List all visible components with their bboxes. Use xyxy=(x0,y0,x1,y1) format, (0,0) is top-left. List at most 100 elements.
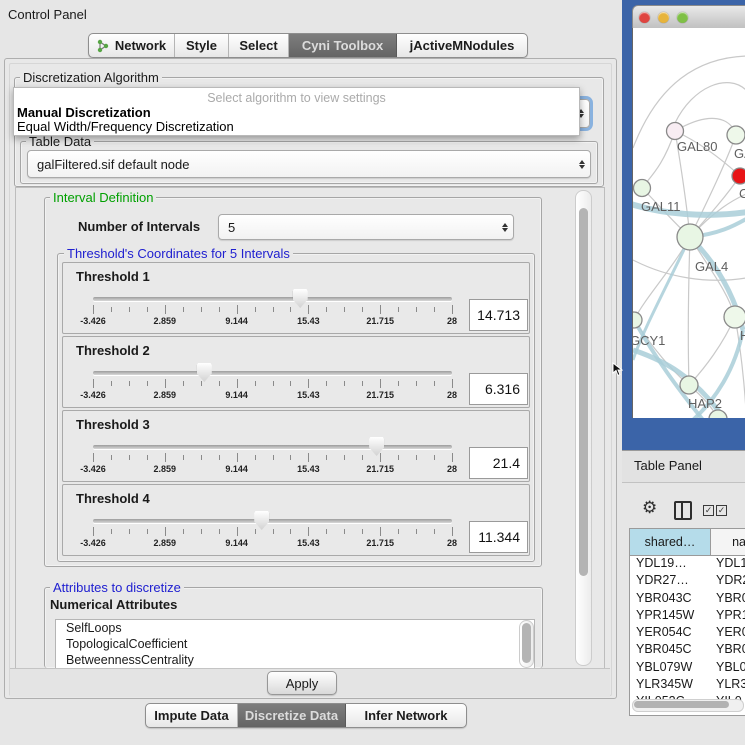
tick-mark xyxy=(326,307,327,312)
tick-label: 9.144 xyxy=(207,538,267,548)
node-attribute-table: shared… na YDL19…YDL1YDR27…YDR2YBR043CYB… xyxy=(629,528,745,716)
column-header-name[interactable]: na xyxy=(711,529,745,555)
network-canvas[interactable]: GAL80GACGAL11GAL4GCY1HHAP2 xyxy=(632,28,745,418)
table-panel-title: Table Panel xyxy=(634,458,702,473)
cell-shared-name[interactable]: YBL079W xyxy=(630,660,710,677)
threshold-4-value-field[interactable]: 11.344 xyxy=(469,521,528,553)
table-row[interactable]: YDL19…YDL1 xyxy=(630,556,745,573)
tab-cyni-toolbox[interactable]: Cyni Toolbox xyxy=(289,34,397,57)
cell-name[interactable]: YBR0 xyxy=(710,591,745,608)
table-row[interactable]: YLR345WYLR3 xyxy=(630,677,745,694)
threshold-1-panel: Threshold 1-3.4262.8599.14415.4321.71528… xyxy=(62,262,530,334)
threshold-1-slider-track[interactable] xyxy=(93,297,452,301)
number-of-intervals-label: Number of Intervals xyxy=(78,219,200,234)
table-row[interactable]: YBL079WYBL0 xyxy=(630,660,745,677)
tab-label: Infer Network xyxy=(364,708,447,723)
app-screen: Control Panel ✕ NetworkStyleSelectCyni T… xyxy=(0,0,745,745)
GAL80-node[interactable] xyxy=(667,123,684,140)
checkbox-icon[interactable]: ✓ xyxy=(703,505,714,516)
tick-mark xyxy=(398,529,399,534)
node[interactable] xyxy=(709,410,727,418)
table-row[interactable]: YBR045CYBR0 xyxy=(630,642,745,659)
cell-name[interactable]: YPR1 xyxy=(710,608,745,625)
selected-red-node[interactable] xyxy=(732,168,745,184)
cell-shared-name[interactable]: YPR145W xyxy=(630,608,710,625)
GCY1-node[interactable] xyxy=(633,312,642,328)
list-item-selfloops[interactable]: SelfLoops xyxy=(56,620,534,636)
table-row[interactable]: YDR27…YDR2 xyxy=(630,573,745,590)
cell-name[interactable]: YBR0 xyxy=(710,642,745,659)
tick-mark xyxy=(452,527,453,536)
tick-mark xyxy=(129,455,130,460)
threshold-3-slider-track[interactable] xyxy=(93,445,452,449)
tick-mark xyxy=(416,307,417,312)
table-row[interactable]: YBR043CYBR0 xyxy=(630,591,745,608)
cell-name[interactable]: YDR2 xyxy=(710,573,745,590)
table-row[interactable]: YPR145WYPR1 xyxy=(630,608,745,625)
node[interactable] xyxy=(727,126,745,144)
cell-shared-name[interactable]: YLR345W xyxy=(630,677,710,694)
popup-item-manual-discretization[interactable]: Manual Discretization xyxy=(17,105,151,120)
zoom-traffic-light[interactable] xyxy=(677,12,688,23)
threshold-4-slider-thumb[interactable] xyxy=(254,511,269,530)
column-header-shared-name[interactable]: shared… xyxy=(630,529,711,555)
cell-shared-name[interactable]: YBR043C xyxy=(630,591,710,608)
settings-vertical-scrollbar[interactable] xyxy=(575,190,592,666)
tick-mark xyxy=(344,307,345,312)
cell-shared-name[interactable]: YDL19… xyxy=(630,556,710,573)
tab-network[interactable]: Network xyxy=(89,34,175,57)
popup-item-equal-width-frequency[interactable]: Equal Width/Frequency Discretization xyxy=(17,119,234,134)
tick-mark xyxy=(255,307,256,312)
threshold-2-value-field[interactable]: 6.316 xyxy=(469,373,528,405)
attributes-list-scrollbar[interactable] xyxy=(519,620,534,668)
popup-placeholder-item[interactable]: Select algorithm to view settings xyxy=(14,91,579,105)
tick-label: -3.426 xyxy=(63,316,123,326)
cell-shared-name[interactable]: YDR27… xyxy=(630,573,710,590)
threshold-4-slider-track[interactable] xyxy=(93,519,452,523)
cell-name[interactable]: YLR3 xyxy=(710,677,745,694)
minimize-traffic-light[interactable] xyxy=(658,12,669,23)
table-row[interactable]: YER054CYER0 xyxy=(630,625,745,642)
number-of-intervals-combobox[interactable]: 5 xyxy=(218,214,514,240)
threshold-3-label: Threshold 3 xyxy=(76,417,150,432)
cell-shared-name[interactable]: YER054C xyxy=(630,625,710,642)
tab-infer-network[interactable]: Infer Network xyxy=(346,704,466,727)
threshold-2-slider-thumb[interactable] xyxy=(197,363,212,382)
threshold-2-slider-track[interactable] xyxy=(93,371,452,375)
table-horizontal-scrollbar[interactable] xyxy=(632,699,744,712)
GAL4-node[interactable] xyxy=(677,224,703,250)
gear-icon[interactable]: ⚙ xyxy=(642,498,657,518)
list-item-betweennesscentrality[interactable]: BetweennessCentrality xyxy=(56,652,534,668)
tab-impute-data[interactable]: Impute Data xyxy=(146,704,238,727)
network-window-titlebar[interactable] xyxy=(632,5,745,30)
threshold-3-value-field[interactable]: 21.4 xyxy=(469,447,528,479)
HAP2-node[interactable] xyxy=(680,376,698,394)
threshold-1-value-field[interactable]: 14.713 xyxy=(469,299,528,331)
threshold-3-slider-thumb[interactable] xyxy=(369,437,384,456)
tab-jactivemnodules[interactable]: jActiveMNodules xyxy=(397,34,527,57)
cell-name[interactable]: YBL0 xyxy=(710,660,745,677)
threshold-1-slider-thumb[interactable] xyxy=(293,289,308,308)
interval-definition-label: Interval Definition xyxy=(50,190,156,205)
cell-name[interactable]: YER0 xyxy=(710,625,745,642)
cell-name[interactable]: YDL1 xyxy=(710,556,745,573)
tick-mark xyxy=(255,529,256,534)
tick-mark xyxy=(434,529,435,534)
tick-mark xyxy=(380,305,381,314)
checkbox-icon[interactable]: ✓ xyxy=(716,505,727,516)
node[interactable] xyxy=(634,180,651,197)
tick-label: 15.43 xyxy=(278,316,338,326)
tab-style[interactable]: Style xyxy=(175,34,229,57)
node[interactable] xyxy=(724,306,745,328)
threshold-2-label: Threshold 2 xyxy=(76,343,150,358)
tab-select[interactable]: Select xyxy=(229,34,289,57)
tab-discretize-data[interactable]: Discretize Data xyxy=(238,704,346,727)
close-traffic-light[interactable] xyxy=(639,12,650,23)
tick-mark xyxy=(111,307,112,312)
cell-shared-name[interactable]: YBR045C xyxy=(630,642,710,659)
table-data-combobox[interactable]: galFiltered.sif default node xyxy=(27,150,591,178)
node-label-GAL4: GAL4 xyxy=(695,259,728,274)
columns-icon[interactable] xyxy=(674,501,692,520)
list-item-topologicalcoefficient[interactable]: TopologicalCoefficient xyxy=(56,636,534,652)
apply-button[interactable]: Apply xyxy=(267,671,337,695)
